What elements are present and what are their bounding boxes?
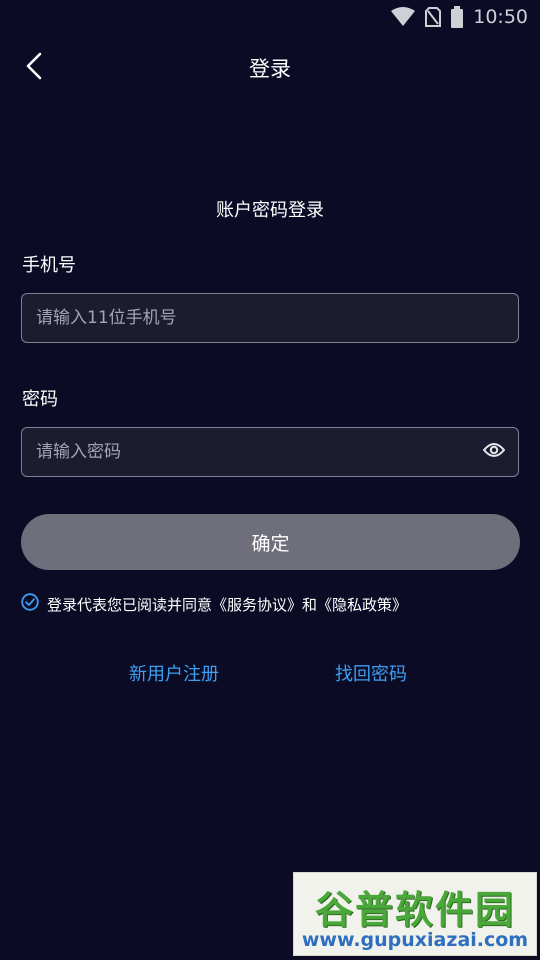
phone-input[interactable] <box>36 294 456 342</box>
password-field-box <box>21 427 519 477</box>
password-visibility-toggle[interactable] <box>482 441 506 463</box>
check-circle-icon <box>21 593 39 615</box>
eye-icon <box>482 442 506 462</box>
password-input[interactable] <box>36 428 456 476</box>
login-subtitle: 账户密码登录 <box>216 200 324 221</box>
watermark: 谷普软件园 www.gupuxiazai.com <box>293 872 537 956</box>
status-bar: 10:50 <box>0 0 540 36</box>
phone-label: 手机号 <box>22 255 76 276</box>
page-title: 登录 <box>249 57 291 81</box>
submit-button[interactable]: 确定 <box>21 514 520 570</box>
register-link[interactable]: 新用户注册 <box>129 660 219 686</box>
status-icons: 10:50 <box>391 6 528 28</box>
agree-checkbox[interactable] <box>21 593 39 615</box>
no-sim-icon <box>425 7 442 27</box>
status-time: 10:50 <box>473 6 528 28</box>
watermark-logo: 谷普软件园 <box>314 888 515 932</box>
forgot-password-link[interactable]: 找回密码 <box>335 660 407 686</box>
password-label: 密码 <box>22 389 58 410</box>
battery-icon <box>451 6 464 28</box>
watermark-url: www.gupuxiazai.com <box>301 929 529 951</box>
agreement-text[interactable]: 登录代表您已阅读并同意《服务协议》和《隐私政策》 <box>47 594 407 615</box>
wifi-icon <box>391 7 416 27</box>
agreement-row: 登录代表您已阅读并同意《服务协议》和《隐私政策》 <box>21 592 407 616</box>
phone-field-box <box>21 293 519 343</box>
header: 登录 <box>0 40 540 98</box>
